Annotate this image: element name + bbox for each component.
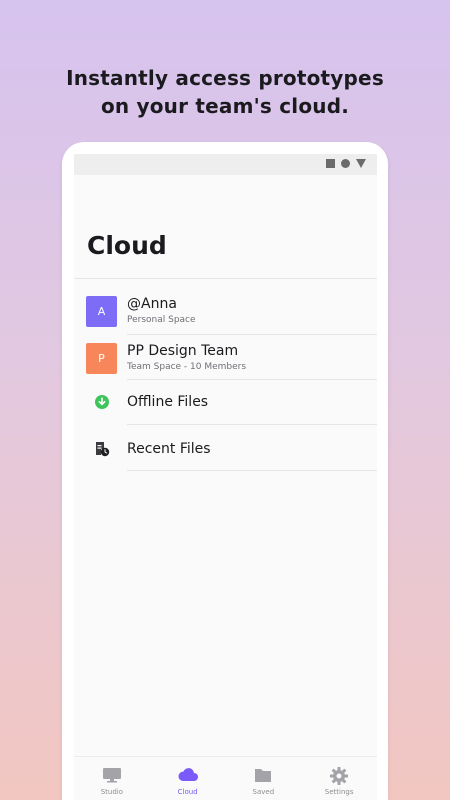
tab-cloud[interactable]: Cloud bbox=[150, 757, 226, 800]
list-item-label: Offline Files bbox=[127, 394, 209, 410]
list-item-sublabel: Personal Space bbox=[127, 315, 196, 325]
promo-headline: Instantly access prototypes on your team… bbox=[0, 64, 450, 120]
tab-studio[interactable]: Studio bbox=[74, 757, 150, 800]
download-circle-icon bbox=[95, 395, 109, 409]
status-bar bbox=[74, 154, 377, 175]
status-icons bbox=[326, 159, 366, 168]
avatar: P bbox=[86, 343, 117, 374]
list-item-label: PP Design Team bbox=[127, 343, 239, 359]
tab-settings[interactable]: Settings bbox=[301, 757, 377, 800]
tab-saved[interactable]: Saved bbox=[226, 757, 302, 800]
phone-frame: Cloud A @Anna Personal Space P PP Design… bbox=[62, 142, 388, 800]
monitor-icon bbox=[102, 768, 121, 783]
recent-apps-icon bbox=[326, 159, 335, 168]
tab-label: Studio bbox=[100, 788, 124, 796]
list-item-personal-space[interactable]: A @Anna Personal Space bbox=[74, 279, 377, 335]
list-item-offline-files[interactable]: Offline Files bbox=[74, 380, 377, 425]
back-icon bbox=[356, 159, 366, 168]
avatar: A bbox=[86, 296, 117, 327]
page-title: Cloud bbox=[87, 231, 167, 260]
divider bbox=[127, 470, 377, 471]
list-item-label: @Anna bbox=[127, 296, 177, 312]
bottom-tab-bar: Studio Cloud Saved Settings bbox=[74, 756, 377, 800]
recent-files-icon bbox=[96, 442, 110, 457]
list-item-team-space[interactable]: P PP Design Team Team Space - 10 Members bbox=[74, 335, 377, 380]
tab-label: Cloud bbox=[177, 788, 198, 796]
tab-label: Settings bbox=[324, 788, 354, 796]
cloud-list: A @Anna Personal Space P PP Design Team … bbox=[74, 279, 377, 471]
list-item-label: Recent Files bbox=[127, 441, 211, 457]
app-screen: Cloud A @Anna Personal Space P PP Design… bbox=[74, 154, 377, 800]
folder-icon bbox=[255, 769, 272, 782]
home-icon bbox=[341, 159, 350, 168]
tab-label: Saved bbox=[252, 788, 275, 796]
cloud-icon bbox=[178, 768, 198, 781]
promo-headline-line2: on your team's cloud. bbox=[100, 94, 350, 118]
list-item-recent-files[interactable]: Recent Files bbox=[74, 425, 377, 471]
gear-icon bbox=[330, 767, 349, 785]
promo-headline-line1: Instantly access prototypes bbox=[66, 66, 384, 90]
list-item-sublabel: Team Space - 10 Members bbox=[127, 362, 247, 372]
